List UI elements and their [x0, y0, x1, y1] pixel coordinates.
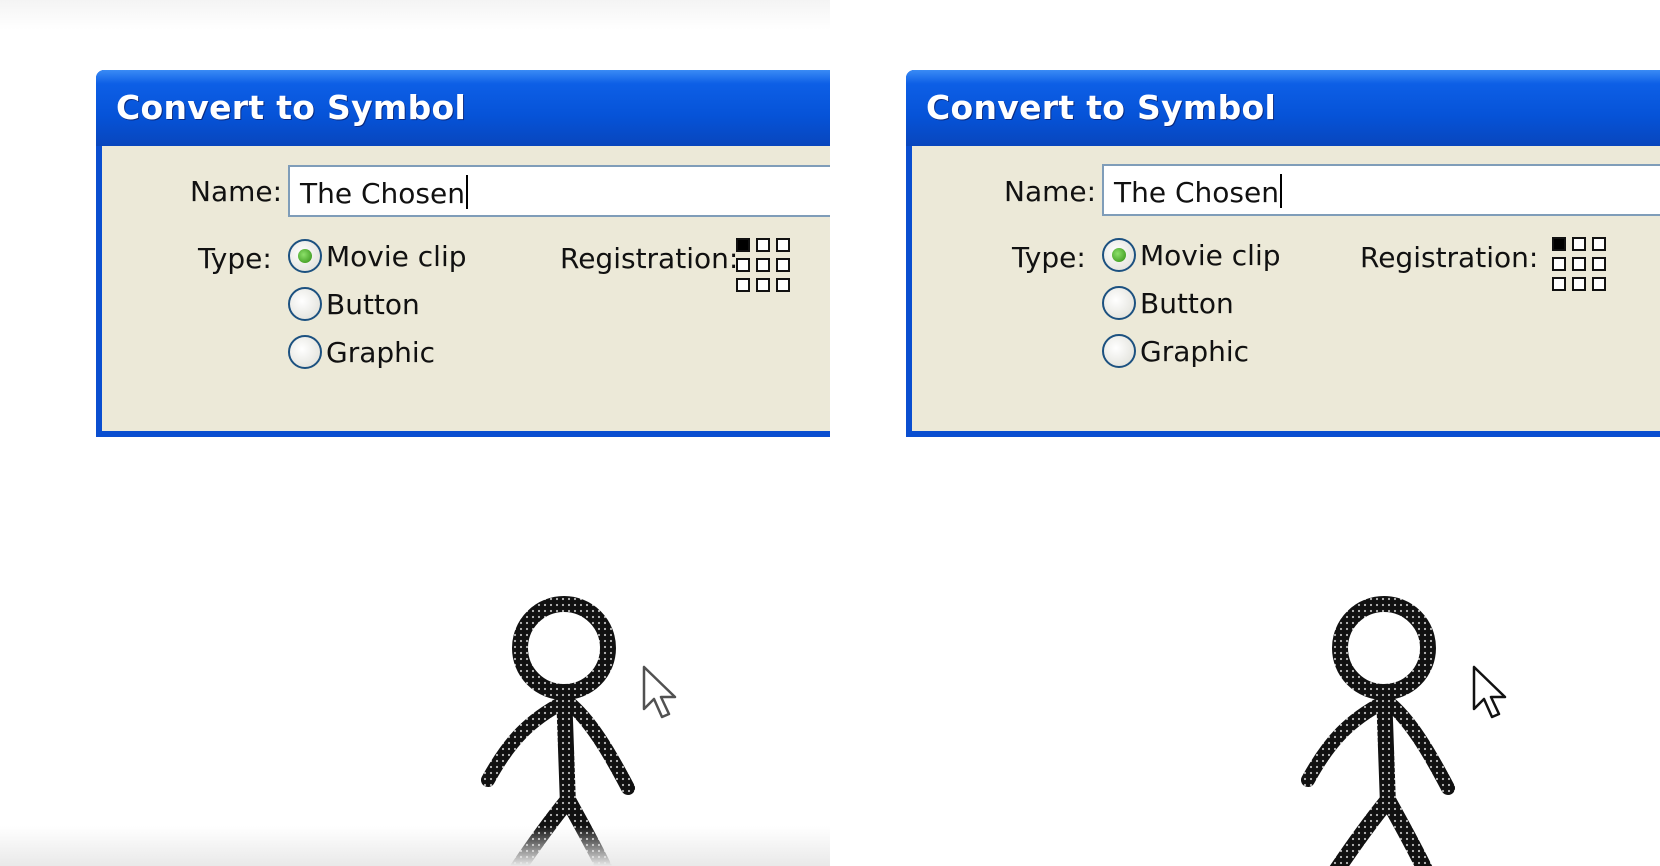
registration-point-center[interactable]	[756, 258, 770, 272]
mouse-cursor-icon	[642, 665, 677, 719]
convert-to-symbol-dialog: Convert to Symbol Name: The Chosen Type:…	[906, 70, 1660, 437]
registration-point-top-right[interactable]	[776, 238, 790, 252]
registration-point-center[interactable]	[1572, 257, 1586, 271]
text-caret	[1279, 174, 1282, 208]
registration-point-bottom-left[interactable]	[736, 278, 750, 292]
dialog-title: Convert to Symbol	[116, 88, 467, 127]
name-input-value: The Chosen	[1114, 176, 1279, 209]
registration-point-bottom-center[interactable]	[756, 278, 770, 292]
radio-checked-icon	[288, 239, 322, 273]
radio-graphic[interactable]: Graphic	[1102, 329, 1249, 373]
radio-unchecked-icon	[288, 335, 322, 369]
registration-point-bottom-right[interactable]	[776, 278, 790, 292]
name-label: Name:	[1004, 175, 1097, 208]
dialog-titlebar[interactable]: Convert to Symbol	[96, 70, 830, 146]
registration-point-middle-left[interactable]	[736, 258, 750, 272]
registration-label: Registration:	[560, 242, 739, 275]
name-input[interactable]: The Chosen	[1102, 164, 1660, 216]
registration-point-top-right[interactable]	[1592, 237, 1606, 251]
left-screenshot-panel: Convert to Symbol Name: The Chosen Type:…	[0, 0, 830, 866]
stick-figure-icon	[1301, 596, 1455, 866]
radio-label-graphic: Graphic	[326, 335, 436, 369]
radio-button[interactable]: Button	[1102, 281, 1234, 325]
convert-to-symbol-dialog: Convert to Symbol Name: The Chosen Type:…	[96, 70, 830, 437]
text-caret	[465, 175, 468, 209]
registration-point-top-left[interactable]	[1552, 237, 1566, 251]
dialog-titlebar[interactable]: Convert to Symbol	[906, 70, 1660, 146]
registration-point-top-center[interactable]	[756, 238, 770, 252]
radio-label-button: Button	[326, 287, 420, 321]
right-screenshot-panel: Convert to Symbol Name: The Chosen Type:…	[830, 0, 1660, 866]
name-label: Name:	[190, 175, 283, 208]
registration-grid-icon[interactable]	[736, 238, 790, 292]
radio-label-movie-clip: Movie clip	[326, 239, 467, 273]
registration-label: Registration:	[1360, 241, 1539, 274]
name-input-value: The Chosen	[300, 177, 465, 210]
stick-figure-icon	[481, 596, 635, 866]
mouse-cursor-icon	[1472, 665, 1507, 719]
registration-point-middle-right[interactable]	[776, 258, 790, 272]
radio-checked-icon	[1102, 238, 1136, 272]
radio-label-button: Button	[1140, 286, 1234, 320]
radio-button[interactable]: Button	[288, 282, 420, 326]
radio-unchecked-icon	[1102, 334, 1136, 368]
radio-unchecked-icon	[1102, 286, 1136, 320]
radio-unchecked-icon	[288, 287, 322, 321]
registration-point-middle-left[interactable]	[1552, 257, 1566, 271]
registration-point-top-left[interactable]	[736, 238, 750, 252]
registration-point-bottom-center[interactable]	[1572, 277, 1586, 291]
radio-label-graphic: Graphic	[1140, 334, 1250, 368]
radio-movie-clip[interactable]: Movie clip	[288, 234, 467, 278]
radio-label-movie-clip: Movie clip	[1140, 238, 1281, 272]
registration-point-bottom-left[interactable]	[1552, 277, 1566, 291]
type-label: Type:	[198, 242, 272, 275]
registration-point-middle-right[interactable]	[1592, 257, 1606, 271]
type-label: Type:	[1012, 241, 1086, 274]
name-input[interactable]: The Chosen	[288, 165, 830, 217]
radio-movie-clip[interactable]: Movie clip	[1102, 233, 1281, 277]
radio-graphic[interactable]: Graphic	[288, 330, 435, 374]
registration-grid-icon[interactable]	[1552, 237, 1606, 291]
dialog-title: Convert to Symbol	[926, 88, 1277, 127]
registration-point-bottom-right[interactable]	[1592, 277, 1606, 291]
registration-point-top-center[interactable]	[1572, 237, 1586, 251]
